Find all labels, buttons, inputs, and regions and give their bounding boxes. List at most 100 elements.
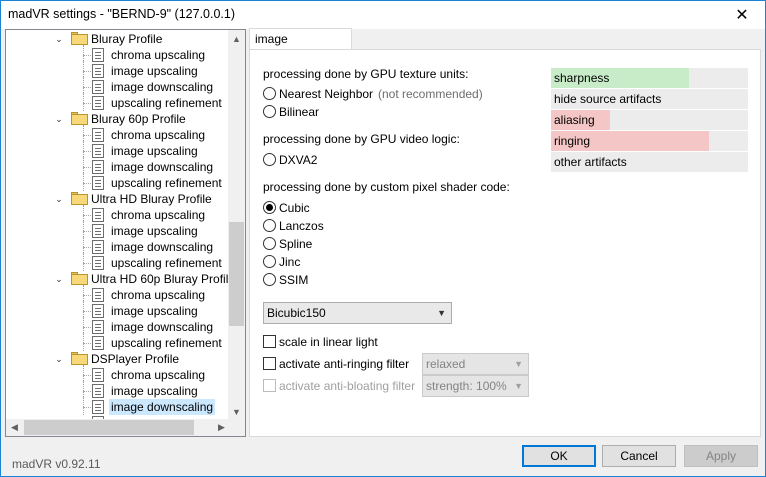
label-lanczos[interactable]: Lanczos bbox=[279, 219, 324, 233]
tree-item[interactable]: upscaling refinement bbox=[6, 93, 230, 111]
tree-item[interactable]: image downscaling bbox=[6, 397, 230, 415]
page-icon bbox=[92, 320, 104, 334]
label-nearest[interactable]: Nearest Neighbor bbox=[279, 87, 373, 101]
label-linear-light[interactable]: scale in linear light bbox=[279, 335, 378, 349]
page-icon bbox=[92, 224, 104, 238]
page-icon bbox=[92, 80, 104, 94]
radio-lanczos[interactable] bbox=[263, 219, 276, 232]
page-icon bbox=[92, 208, 104, 222]
tree-item-label: image upscaling bbox=[111, 64, 198, 78]
tree-item[interactable]: image upscaling bbox=[6, 381, 230, 399]
hint-not-recommended: (not recommended) bbox=[378, 87, 483, 101]
tree-connector bbox=[83, 343, 91, 344]
tree-folder[interactable]: ⌄ Bluray Profile bbox=[6, 31, 230, 47]
tree-folder[interactable]: ⌄ DSPlayer Profile bbox=[6, 351, 230, 367]
tree-connector bbox=[83, 327, 91, 328]
radio-dxva2[interactable] bbox=[263, 153, 276, 166]
tree-item[interactable]: chroma upscaling bbox=[6, 365, 230, 383]
radio-cubic[interactable] bbox=[263, 201, 276, 214]
tree-connector bbox=[83, 103, 91, 104]
tree-item[interactable]: upscaling refinement bbox=[6, 253, 230, 271]
tree-item[interactable]: image downscaling bbox=[6, 77, 230, 95]
chevron-down-icon[interactable]: ⌄ bbox=[54, 351, 64, 367]
filter-select[interactable]: Bicubic150 ▼ bbox=[263, 302, 452, 324]
radio-jinc[interactable] bbox=[263, 255, 276, 268]
tree-item-label: image downscaling bbox=[111, 240, 214, 254]
tree-item[interactable]: chroma upscaling bbox=[6, 45, 230, 63]
scroll-corner bbox=[228, 419, 245, 436]
tree-folder[interactable]: ⌄ Bluray 60p Profile bbox=[6, 111, 230, 127]
tree-item[interactable]: image upscaling bbox=[6, 61, 230, 79]
page-icon bbox=[92, 144, 104, 158]
page-icon bbox=[92, 288, 104, 302]
label-dxva2[interactable]: DXVA2 bbox=[279, 153, 317, 167]
chevron-down-icon: ▼ bbox=[437, 308, 446, 318]
tree-folder[interactable]: ⌄ Ultra HD Bluray Profile bbox=[6, 191, 230, 207]
tree-item[interactable]: upscaling refinement bbox=[6, 333, 230, 351]
tree-item-label: image upscaling bbox=[111, 384, 198, 398]
tree-rows: ⌄ Bluray Profile chroma upscaling image ups… bbox=[6, 30, 230, 420]
page-icon bbox=[92, 400, 104, 414]
tab-image-downscaling[interactable]: image downscaling bbox=[249, 28, 352, 66]
tree-item-label: image upscaling bbox=[111, 304, 198, 318]
tree-connector bbox=[83, 135, 91, 136]
chevron-down-icon[interactable]: ⌄ bbox=[54, 111, 64, 127]
radio-nearest[interactable] bbox=[263, 87, 276, 100]
label-cubic[interactable]: Cubic bbox=[279, 201, 310, 215]
checkbox-linear-light[interactable] bbox=[263, 335, 276, 348]
tree-item[interactable]: chroma upscaling bbox=[6, 125, 230, 143]
tree-item[interactable]: chroma upscaling bbox=[6, 205, 230, 223]
label-anti-ringing[interactable]: activate anti-ringing filter bbox=[279, 357, 409, 371]
label-spline[interactable]: Spline bbox=[279, 237, 312, 251]
tree-item[interactable]: upscaling refinement bbox=[6, 173, 230, 191]
radio-bilinear[interactable] bbox=[263, 105, 276, 118]
tree-connector bbox=[83, 183, 91, 184]
tree-item[interactable]: image upscaling bbox=[6, 221, 230, 239]
quality-bar: other artifacts bbox=[551, 152, 748, 172]
tree-horizontal-scrollbar[interactable]: ◀ ▶ bbox=[6, 419, 230, 436]
tree-item[interactable]: image downscaling bbox=[6, 237, 230, 255]
page-icon bbox=[92, 336, 104, 350]
label-bilinear[interactable]: Bilinear bbox=[279, 105, 319, 119]
chevron-down-icon[interactable]: ⌄ bbox=[54, 271, 64, 287]
tree-folder[interactable]: ⌄ Ultra HD 60p Bluray Profile bbox=[6, 271, 230, 287]
quality-bar-label: hide source artifacts bbox=[554, 92, 662, 106]
tree-connector bbox=[83, 215, 91, 216]
tree-item[interactable]: image downscaling bbox=[6, 157, 230, 175]
page-icon bbox=[92, 64, 104, 78]
tree-connector bbox=[83, 247, 91, 248]
cancel-button[interactable]: Cancel bbox=[602, 445, 676, 467]
radio-spline[interactable] bbox=[263, 237, 276, 250]
page-icon bbox=[92, 240, 104, 254]
scroll-up-icon[interactable]: ▲ bbox=[228, 30, 245, 47]
tree-item[interactable]: chroma upscaling bbox=[6, 285, 230, 303]
radio-ssim[interactable] bbox=[263, 273, 276, 286]
label-anti-bloating: activate anti-bloating filter bbox=[279, 379, 416, 393]
tree-item[interactable]: image upscaling bbox=[6, 301, 230, 319]
close-icon[interactable]: ✕ bbox=[719, 1, 765, 29]
tree-item[interactable]: image downscaling bbox=[6, 317, 230, 335]
section-pixel-shader: processing done by custom pixel shader c… bbox=[263, 180, 510, 194]
scroll-left-icon[interactable]: ◀ bbox=[6, 419, 23, 436]
tree-connector bbox=[83, 311, 91, 312]
scroll-down-icon[interactable]: ▼ bbox=[228, 403, 245, 420]
tree-vertical-scrollbar[interactable]: ▲ ▼ bbox=[228, 30, 245, 420]
page-icon bbox=[92, 96, 104, 110]
tree-item[interactable]: image upscaling bbox=[6, 141, 230, 159]
tree-connector bbox=[83, 167, 91, 168]
checkbox-anti-ringing[interactable] bbox=[263, 357, 276, 370]
chevron-down-icon[interactable]: ⌄ bbox=[54, 31, 64, 47]
tree-item-label: upscaling refinement bbox=[111, 336, 222, 350]
scroll-thumb[interactable] bbox=[229, 222, 244, 326]
page-icon bbox=[92, 256, 104, 270]
apply-button: Apply bbox=[684, 445, 758, 467]
label-jinc[interactable]: Jinc bbox=[279, 255, 300, 269]
scroll-thumb-horizontal[interactable] bbox=[24, 420, 194, 435]
folder-icon bbox=[71, 272, 88, 285]
label-ssim[interactable]: SSIM bbox=[279, 273, 308, 287]
chevron-down-icon[interactable]: ⌄ bbox=[54, 191, 64, 207]
tree-connector bbox=[83, 173, 84, 191]
tree-item-label: chroma upscaling bbox=[111, 368, 206, 382]
ok-button[interactable]: OK bbox=[522, 445, 596, 467]
tree-connector bbox=[83, 391, 91, 392]
